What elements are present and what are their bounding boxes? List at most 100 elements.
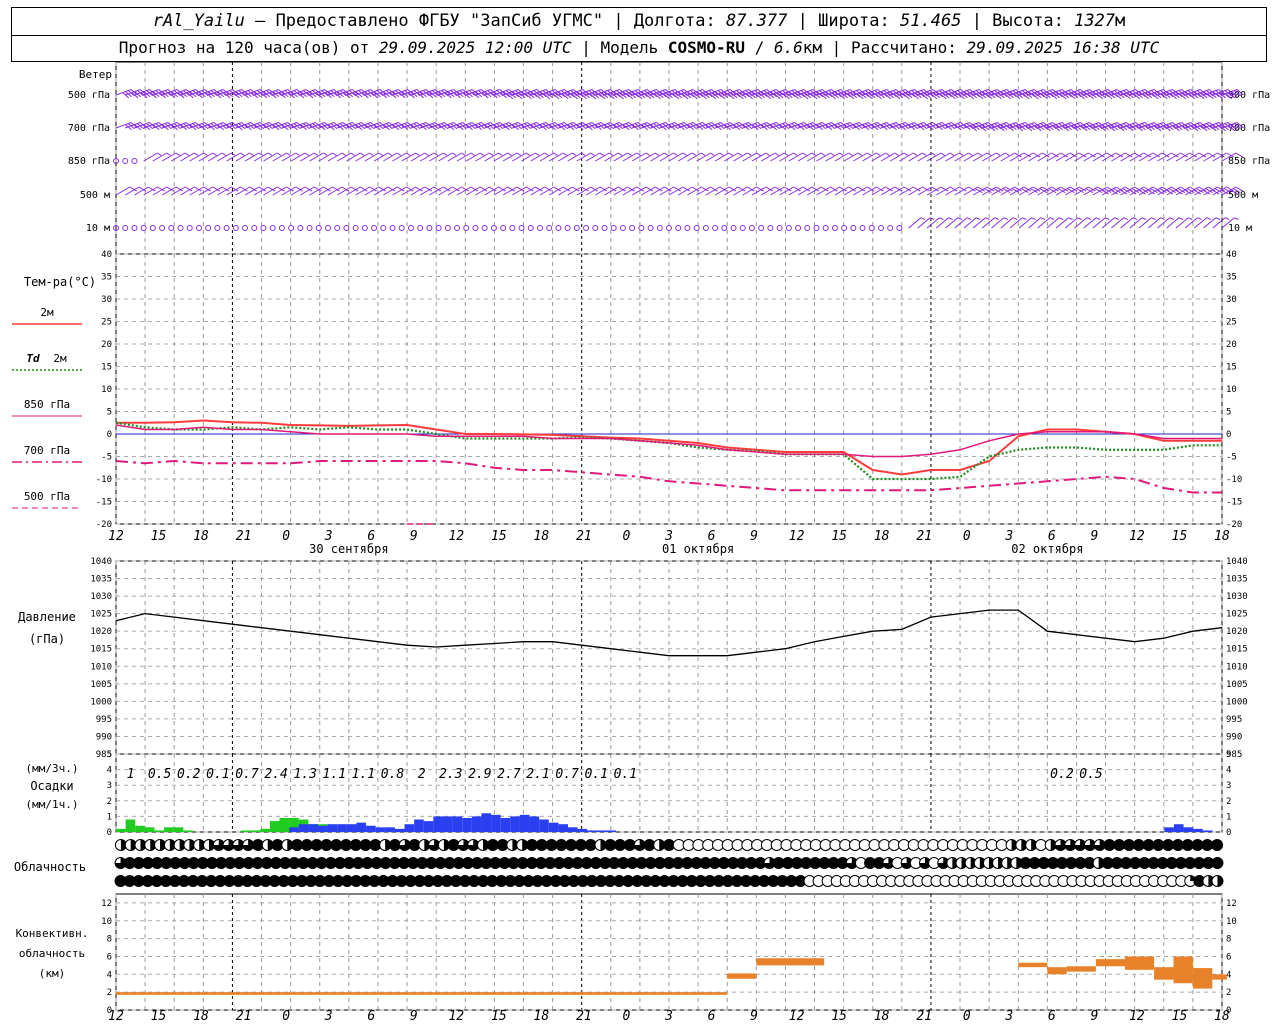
wind-barb-half-feather bbox=[249, 152, 254, 156]
y-tick-label-left: 1020 bbox=[90, 627, 112, 637]
precip-sum-label: 2.4 bbox=[264, 767, 287, 782]
x-tick-label-bottom: 12 bbox=[1129, 1009, 1145, 1024]
date-label: 01 октября bbox=[662, 542, 734, 556]
wind-barb-half-feather bbox=[737, 152, 743, 156]
wind-calm-mark bbox=[638, 225, 645, 231]
y-tick-label-right: 2 bbox=[1226, 988, 1231, 998]
y-tick-label-left: 20 bbox=[101, 340, 112, 350]
y-tick-label-left: 40 bbox=[101, 250, 112, 260]
wind-barb-half-feather bbox=[1169, 217, 1175, 220]
wind-barb-half-feather bbox=[618, 152, 623, 156]
y-tick-label-left: -5 bbox=[101, 453, 112, 463]
wind-calm-mark bbox=[490, 225, 497, 231]
wind-barb-half-feather bbox=[1068, 217, 1073, 220]
x-tick-label-bottom: 21 bbox=[576, 1009, 592, 1024]
wind-barb-half-feather bbox=[396, 152, 402, 156]
y-tick-label-right: 1000 bbox=[1226, 697, 1248, 707]
wind-calm-mark bbox=[186, 225, 193, 231]
wind-barb-half-feather bbox=[295, 152, 300, 156]
legend-700-label: 700 гПа bbox=[24, 444, 70, 457]
y-tick-label-right: 12 bbox=[1226, 899, 1237, 909]
wind-barb-half-feather bbox=[765, 152, 770, 156]
wind-barb-half-feather bbox=[1215, 217, 1221, 220]
y-tick-label-right: 995 bbox=[1226, 715, 1242, 725]
wind-barb-half-feather bbox=[922, 152, 927, 156]
wind-calm-mark bbox=[684, 225, 691, 231]
wind-calm-mark bbox=[380, 225, 387, 231]
y-tick-label-left: 1000 bbox=[90, 697, 112, 707]
wind-barb-half-feather bbox=[1178, 217, 1184, 220]
wind-calm-mark bbox=[841, 225, 848, 231]
legend-850-label: 850 гПа bbox=[24, 398, 70, 411]
wind-calm-mark bbox=[546, 225, 553, 231]
y-tick-label-left: 0 bbox=[107, 430, 112, 440]
convective-cloud-bar bbox=[1066, 966, 1096, 972]
y-tick-label-right: 1040 bbox=[1226, 557, 1248, 567]
y-tick-label-right: 20 bbox=[1226, 340, 1237, 350]
precip-sum-label: 0.1 bbox=[584, 767, 607, 782]
wind-barb-half-feather bbox=[802, 152, 807, 156]
precip-bar-mixed bbox=[606, 830, 617, 832]
wind-level-label-left: 500 м bbox=[80, 190, 110, 201]
wind-calm-mark bbox=[242, 225, 249, 231]
y-tick-label-left: 2 bbox=[107, 988, 112, 998]
wind-barb-half-feather bbox=[830, 152, 835, 156]
legend-td2m-label: 2м bbox=[53, 352, 67, 365]
wind-barb-half-feather bbox=[682, 152, 687, 156]
wind-barb-half-feather bbox=[1224, 217, 1230, 220]
legend-2m-label: 2м bbox=[40, 306, 54, 319]
wind-barb-half-feather bbox=[415, 152, 420, 156]
wind-barb-half-feather bbox=[350, 152, 356, 156]
convective-cloud-bar bbox=[756, 958, 825, 966]
precip-bar-mixed bbox=[356, 822, 367, 832]
precip-sum-label: 0.2 bbox=[1050, 767, 1074, 782]
x-tick-label-bottom: 18 bbox=[1214, 1009, 1230, 1024]
y-tick-label-left: 10 bbox=[101, 917, 112, 927]
wind-barb-half-feather bbox=[442, 152, 448, 156]
wind-barb-half-feather bbox=[857, 152, 862, 156]
wind-barb-half-feather bbox=[184, 152, 190, 156]
wind-barb-half-feather bbox=[1058, 217, 1064, 220]
wind-barb-half-feather bbox=[994, 217, 999, 220]
wind-barb-half-feather bbox=[304, 152, 309, 156]
precip-sum-label: 2 bbox=[418, 767, 426, 782]
wind-calm-mark bbox=[831, 225, 838, 231]
precip-1h-unit: (мм/1ч.) bbox=[26, 798, 79, 811]
wind-barb-half-feather bbox=[1022, 217, 1027, 220]
y-tick-label-left: 990 bbox=[96, 732, 112, 742]
wind-calm-mark bbox=[334, 225, 341, 231]
date-label: 30 сентября bbox=[309, 542, 388, 556]
precip-bar-mixed bbox=[375, 827, 386, 832]
wind-calm-mark bbox=[785, 225, 792, 231]
wind-calm-mark bbox=[426, 225, 433, 231]
wind-barb-half-feather bbox=[940, 152, 945, 156]
wind-calm-mark bbox=[509, 225, 516, 231]
x-tick-label-bottom: 9 bbox=[750, 1009, 758, 1024]
wind-barb-half-feather bbox=[258, 152, 263, 156]
x-tick-label-bottom: 12 bbox=[448, 1009, 464, 1024]
wind-calm-mark bbox=[288, 225, 295, 231]
x-tick-label: 15 bbox=[151, 529, 167, 544]
y-tick-label-right: 1 bbox=[1226, 812, 1231, 822]
wind-barb-half-feather bbox=[516, 152, 521, 156]
wind-calm-mark bbox=[804, 225, 811, 231]
wind-calm-mark bbox=[877, 225, 884, 231]
wind-barb-half-feather bbox=[452, 152, 457, 156]
wind-calm-mark bbox=[730, 225, 737, 231]
wind-barb-half-feather bbox=[627, 152, 632, 156]
wind-level-label-right: 500 гПа bbox=[1228, 90, 1270, 101]
precip-sum-label: 0.1 bbox=[614, 767, 637, 782]
wind-calm-mark bbox=[444, 225, 451, 231]
x-tick-label-bottom: 12 bbox=[108, 1009, 124, 1024]
wind-calm-mark bbox=[463, 225, 470, 231]
precip-bar-mixed bbox=[500, 817, 511, 832]
wind-barb-half-feather bbox=[1123, 217, 1128, 220]
wind-barb-half-feather bbox=[968, 152, 973, 156]
precip-bar-rain bbox=[173, 827, 184, 832]
wind-barb-half-feather bbox=[654, 152, 660, 156]
x-tick-label-bottom: 18 bbox=[193, 1009, 209, 1024]
x-tick-label-bottom: 6 bbox=[708, 1009, 716, 1024]
wind-barb-half-feather bbox=[783, 152, 789, 156]
wind-calm-mark bbox=[536, 225, 543, 231]
wind-barb-half-feather bbox=[341, 152, 346, 156]
